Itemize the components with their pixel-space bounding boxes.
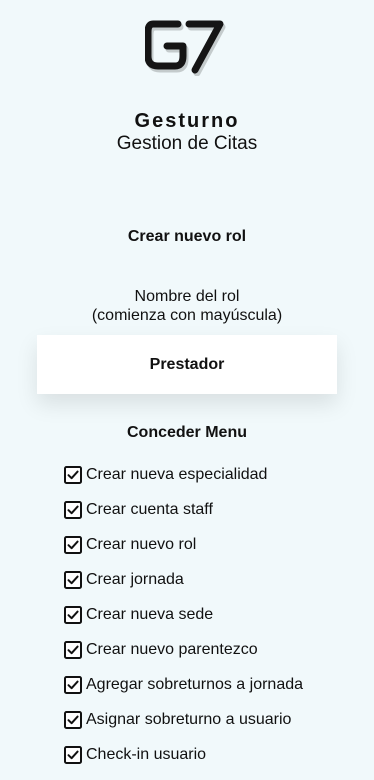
menu-permissions-list: Crear nueva especialidad Crear cuenta sta…: [64, 465, 303, 780]
menu-permission-label: Crear nuevo parentezco: [86, 641, 258, 658]
checkbox-checked-icon[interactable]: [64, 571, 82, 589]
checkbox-checked-icon[interactable]: [64, 501, 82, 519]
menu-section-title: Conceder Menu: [126, 424, 247, 441]
app-subtitle: Gestion de Citas: [116, 133, 258, 154]
checkbox-checked-icon[interactable]: [64, 641, 82, 659]
role-name-label: Nombre del rol (comienza con mayúscula): [0, 287, 374, 325]
menu-permission-item[interactable]: Crear nueva especialidad: [64, 465, 303, 500]
menu-permission-label: Crear nueva especialidad: [86, 466, 268, 483]
menu-permission-item[interactable]: Check-in usuario: [64, 745, 303, 780]
menu-permission-item[interactable]: Crear nueva sede: [64, 605, 303, 640]
role-name-label-line2: (comienza con mayúscula): [91, 307, 283, 324]
menu-permission-item[interactable]: Crear nuevo rol: [64, 535, 303, 570]
checkbox-checked-icon[interactable]: [64, 606, 82, 624]
menu-permission-item[interactable]: Asignar sobreturno a usuario: [64, 710, 303, 745]
menu-permission-label: Crear nueva sede: [86, 606, 214, 623]
app-logo: G7: [145, 16, 226, 76]
menu-permission-label: Asignar sobreturno a usuario: [86, 711, 292, 728]
menu-permission-label: Check-in usuario: [86, 746, 207, 763]
checkbox-checked-icon[interactable]: [64, 676, 82, 694]
menu-permission-label: Crear cuenta staff: [86, 501, 213, 518]
menu-permission-item[interactable]: Crear nuevo parentezco: [64, 640, 303, 675]
role-name-label-line1: Nombre del rol: [134, 288, 240, 305]
checkbox-checked-icon[interactable]: [64, 536, 82, 554]
checkbox-checked-icon[interactable]: [64, 711, 82, 729]
page-title: Crear nuevo rol: [127, 228, 247, 245]
checkbox-checked-icon[interactable]: [64, 466, 82, 484]
menu-permission-item[interactable]: Crear cuenta staff: [64, 500, 303, 535]
menu-permission-label: Crear nuevo rol: [86, 536, 197, 553]
checkbox-checked-icon[interactable]: [64, 746, 82, 764]
menu-permission-item[interactable]: Agregar sobreturnos a jornada: [64, 675, 303, 710]
svg-text:G7: G7: [145, 16, 147, 17]
menu-permission-label: Agregar sobreturnos a jornada: [86, 676, 304, 693]
app-name: Gesturno: [134, 110, 240, 132]
menu-permission-item[interactable]: Crear jornada: [64, 570, 303, 605]
menu-permission-label: Crear jornada: [86, 571, 184, 588]
role-name-input[interactable]: [37, 335, 337, 394]
